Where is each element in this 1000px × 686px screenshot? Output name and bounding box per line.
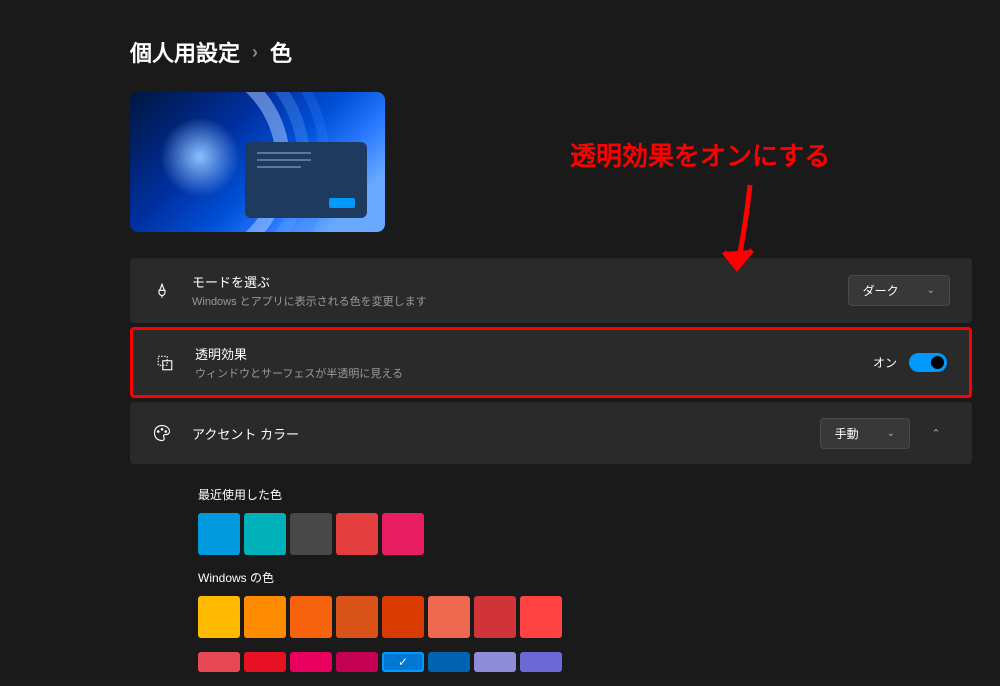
transparency-desc: ウィンドウとサーフェスが半透明に見える [195,365,853,381]
accent-title: アクセント カラー [192,424,800,443]
color-swatch[interactable] [290,596,332,638]
breadcrumb-current: 色 [270,36,292,68]
preview-window [245,142,367,218]
color-swatch[interactable] [474,652,516,672]
color-swatch[interactable] [382,513,424,555]
accent-dropdown[interactable]: 手動 ⌄ [820,418,910,449]
toggle-state-label: オン [873,354,897,371]
color-swatch[interactable] [336,513,378,555]
expand-button[interactable]: ⌃ [922,419,950,447]
annotation-text: 透明効果をオンにする [570,136,830,173]
color-swatch[interactable] [382,596,424,638]
mode-dropdown[interactable]: ダーク ⌄ [848,275,950,306]
color-swatch[interactable] [244,513,286,555]
brush-icon [152,281,172,301]
color-swatch[interactable] [428,596,470,638]
breadcrumb: 個人用設定 › 色 [130,36,972,68]
color-swatch[interactable] [520,652,562,672]
transparency-toggle[interactable] [909,353,947,372]
color-swatch[interactable] [198,596,240,638]
color-swatch[interactable] [520,596,562,638]
chevron-down-icon: ⌄ [927,285,935,296]
theme-preview [130,92,385,232]
color-swatch[interactable] [244,596,286,638]
chevron-right-icon: › [252,42,258,63]
windows-colors-grid [198,596,950,638]
accent-setting-row[interactable]: アクセント カラー 手動 ⌄ ⌃ [130,402,972,464]
color-swatch[interactable] [290,513,332,555]
palette-icon [152,423,172,443]
color-swatch[interactable] [428,652,470,672]
color-swatch[interactable] [244,652,286,672]
windows-colors-label: Windows の色 [198,569,950,586]
arrow-icon [720,180,780,280]
transparency-icon [155,353,175,373]
color-swatch[interactable] [198,513,240,555]
color-swatch[interactable] [382,652,424,672]
color-swatch[interactable] [290,652,332,672]
color-swatch[interactable] [474,596,516,638]
transparency-setting-row[interactable]: 透明効果 ウィンドウとサーフェスが半透明に見える オン [130,327,972,398]
breadcrumb-parent[interactable]: 個人用設定 [130,36,240,68]
recent-colors-grid [198,513,950,555]
color-swatch[interactable] [336,652,378,672]
chevron-up-icon: ⌃ [931,427,940,440]
mode-desc: Windows とアプリに表示される色を変更します [192,293,828,309]
color-swatch[interactable] [198,652,240,672]
windows-colors-grid-2 [198,652,950,672]
chevron-down-icon: ⌄ [887,428,895,439]
recent-colors-label: 最近使用した色 [198,486,950,503]
transparency-title: 透明効果 [195,344,853,363]
mode-setting-row[interactable]: モードを選ぶ Windows とアプリに表示される色を変更します ダーク ⌄ [130,258,972,323]
color-swatch[interactable] [336,596,378,638]
